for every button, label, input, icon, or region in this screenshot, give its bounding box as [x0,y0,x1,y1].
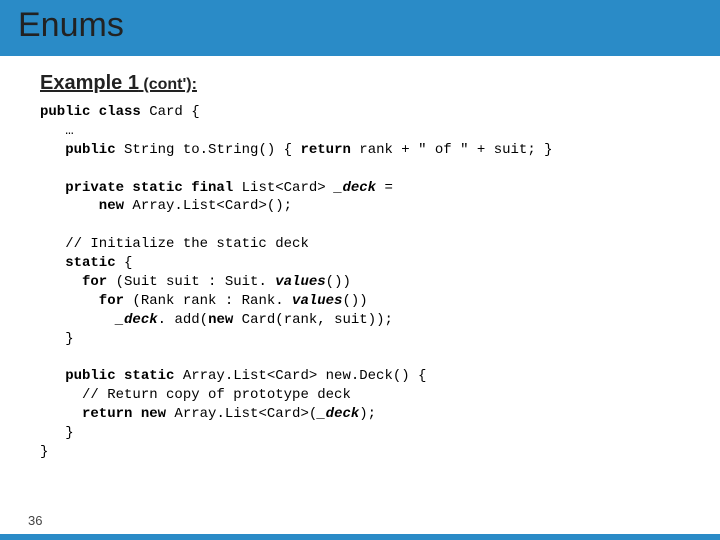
method: values [275,274,325,290]
kw: new [208,312,233,328]
slide-content: Example 1 (cont'): public class Card { …… [40,72,700,462]
txt: Array.List<Card>(); [124,198,292,214]
txt: Array.List<Card> new.Deck() { [174,368,426,384]
kw: public [40,142,116,158]
txt: ); [359,406,376,422]
txt: rank + " of " + suit; } [351,142,553,158]
txt: Card { [141,104,200,120]
txt: ()) [326,274,351,290]
txt: { [116,255,133,271]
txt: String to.String() { [116,142,301,158]
field: _deck [334,180,376,196]
comment: // Initialize the static deck [40,236,309,252]
txt: Array.List<Card>( [166,406,317,422]
page-title: Enums [18,6,124,45]
subtitle-cont: (cont'): [139,76,197,93]
txt: } [40,331,74,347]
kw: private static final [40,180,233,196]
kw: for [40,293,124,309]
txt: (Rank rank : Rank. [124,293,292,309]
method: values [292,293,342,309]
code-block: public class Card { … public String to.S… [40,103,700,462]
kw: public class [40,104,141,120]
subtitle-main: Example 1 [40,72,139,94]
kw: return new [40,406,166,422]
kw: for [40,274,107,290]
txt: } [40,425,74,441]
subtitle: Example 1 (cont'): [40,72,700,95]
txt [40,312,116,328]
kw: static [40,255,116,271]
field: _deck [317,406,359,422]
slide: Enums Example 1 (cont'): public class Ca… [0,0,720,540]
txt: Card(rank, suit)); [233,312,393,328]
comment: // Return copy of prototype deck [40,387,351,403]
txt: List<Card> [233,180,334,196]
slide-number: 36 [28,513,42,528]
kw: public static [40,368,174,384]
bottom-band [0,534,720,540]
txt: = [376,180,393,196]
txt: … [40,123,74,139]
txt: ()) [342,293,367,309]
txt: (Suit suit : Suit. [107,274,275,290]
field: _deck [116,312,158,328]
kw: return [300,142,350,158]
txt: . add( [158,312,208,328]
kw: new [40,198,124,214]
txt: } [40,444,48,460]
